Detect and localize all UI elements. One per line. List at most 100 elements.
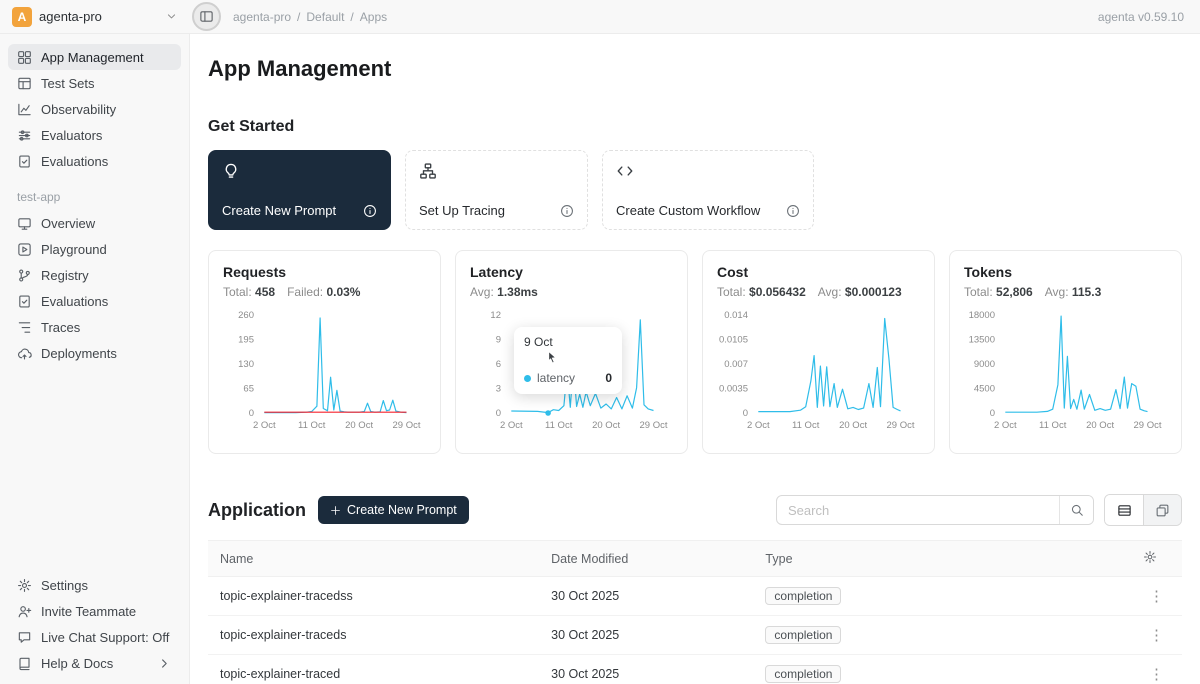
search-button[interactable] — [1059, 496, 1093, 524]
app-name[interactable]: topic-explainer-traceds — [208, 616, 539, 655]
stat-metric: Avg: $0.000123 — [818, 285, 902, 299]
gear-icon — [1143, 550, 1157, 564]
sidebar-item-label: Help & Docs — [41, 656, 113, 671]
sidebar-item-label: Overview — [41, 216, 95, 231]
sidebar-item-app-management[interactable]: App Management — [8, 44, 181, 70]
gear-icon — [17, 578, 32, 593]
sidebar-item-playground[interactable]: Playground — [8, 236, 181, 262]
table-row[interactable]: topic-explainer-traced 30 Oct 2025 compl… — [208, 655, 1182, 684]
stat-title: Requests — [223, 264, 426, 280]
application-header: Application Create New Prompt — [208, 494, 1182, 526]
sidebar-item-label: Playground — [41, 242, 107, 257]
cursor-icon — [544, 350, 559, 365]
sidebar-item-settings[interactable]: Settings — [8, 572, 181, 598]
svg-text:0.0105: 0.0105 — [719, 335, 748, 346]
sidebar-item-label: Test Sets — [41, 76, 94, 91]
svg-text:13500: 13500 — [969, 335, 995, 346]
application-section: Application Create New Prompt — [208, 494, 1182, 684]
table-row[interactable]: topic-explainer-tracedss 30 Oct 2025 com… — [208, 577, 1182, 616]
svg-text:260: 260 — [238, 310, 254, 321]
chart-cost: 0.0140.01050.0070.003502 Oct11 Oct20 Oct… — [717, 307, 917, 435]
sidebar-toggle-button[interactable] — [192, 2, 221, 31]
apps-table: NameDate ModifiedType topic-explainer-tr… — [208, 540, 1182, 684]
version-label: agenta v0.59.10 — [1098, 10, 1184, 24]
get-started-heading: Get Started — [208, 118, 1182, 136]
stat-metric: Failed: 0.03% — [287, 285, 360, 299]
sidebar-item-help-docs[interactable]: Help & Docs — [8, 650, 181, 676]
app-type: completion — [753, 577, 1131, 616]
sidebar-item-observability[interactable]: Observability — [8, 96, 181, 122]
app-name[interactable]: topic-explainer-traced — [208, 655, 539, 684]
row-menu-button[interactable]: ⋮ — [1143, 624, 1170, 646]
column-header-type[interactable]: Type — [753, 541, 1131, 577]
registry-icon — [17, 268, 32, 283]
column-header-date-modified[interactable]: Date Modified — [539, 541, 753, 577]
sidebar-item-label: Evaluations — [41, 294, 108, 309]
stat-metric: Total: $0.056432 — [717, 285, 806, 299]
column-header-name[interactable]: Name — [208, 541, 539, 577]
stat-metric: Avg: 1.38ms — [470, 285, 538, 299]
get-started-card-create-custom-workflow[interactable]: Create Custom Workflow — [602, 150, 814, 230]
chart-tooltip: 9 Oct latency 0 — [514, 327, 622, 394]
chart-area: 2601951306502 Oct11 Oct20 Oct29 Oct — [223, 307, 426, 438]
create-button-label: Create New Prompt — [347, 503, 457, 517]
create-new-prompt-button[interactable]: Create New Prompt — [318, 496, 469, 524]
svg-text:195: 195 — [238, 335, 254, 346]
deployments-icon — [17, 346, 32, 361]
column-settings-header[interactable] — [1131, 541, 1182, 577]
sidebar-item-label: App Management — [41, 50, 144, 65]
app-date-modified: 30 Oct 2025 — [539, 655, 753, 684]
table-row[interactable]: topic-explainer-traceds 30 Oct 2025 comp… — [208, 616, 1182, 655]
search-input[interactable] — [777, 496, 1059, 524]
svg-text:11 Oct: 11 Oct — [1039, 420, 1067, 431]
sidebar-item-deployments[interactable]: Deployments — [8, 340, 181, 366]
sidebar-item-invite-teammate[interactable]: Invite Teammate — [8, 598, 181, 624]
stat-metrics: Avg: 1.38ms — [470, 285, 673, 299]
get-started-card-set-up-tracing[interactable]: Set Up Tracing — [405, 150, 588, 230]
svg-text:130: 130 — [238, 359, 254, 370]
info-icon[interactable] — [560, 204, 574, 218]
sidebar: App ManagementTest SetsObservabilityEval… — [0, 34, 190, 684]
stat-title: Latency — [470, 264, 673, 280]
sidebar-item-test-sets[interactable]: Test Sets — [8, 70, 181, 96]
application-heading: Application — [208, 500, 306, 521]
workspace-selector[interactable]: A agenta-pro — [0, 7, 190, 27]
row-menu-button[interactable]: ⋮ — [1143, 663, 1170, 684]
breadcrumb-item[interactable]: agenta-pro — [233, 10, 291, 24]
app-name[interactable]: topic-explainer-tracedss — [208, 577, 539, 616]
svg-text:18000: 18000 — [969, 310, 995, 321]
card-view-button[interactable] — [1143, 495, 1181, 525]
chevron-right-icon — [157, 656, 172, 671]
code-icon — [616, 162, 634, 180]
sidebar-item-evaluations[interactable]: Evaluations — [8, 148, 181, 174]
info-icon[interactable] — [363, 204, 377, 218]
tooltip-row: latency 0 — [524, 371, 612, 385]
view-toggle — [1104, 494, 1182, 526]
sidebar-item-evaluators[interactable]: Evaluators — [8, 122, 181, 148]
card-label: Create New Prompt — [222, 203, 336, 218]
sidebar-item-label: Traces — [41, 320, 80, 335]
table-view-button[interactable] — [1105, 495, 1143, 525]
breadcrumb-item[interactable]: Default — [306, 10, 344, 24]
table-view-icon — [1117, 503, 1132, 518]
get-started-card-create-new-prompt[interactable]: Create New Prompt — [208, 150, 391, 230]
sidebar-item-label: Registry — [41, 268, 89, 283]
playground-icon — [17, 242, 32, 257]
sidebar-item-overview[interactable]: Overview — [8, 210, 181, 236]
svg-text:20 Oct: 20 Oct — [345, 420, 373, 431]
breadcrumb: agenta-pro/Default/Apps — [233, 10, 387, 24]
stat-card-tokens: Tokens Total: 52,806Avg: 115.3 180001350… — [949, 250, 1182, 454]
workspace-name: agenta-pro — [39, 9, 102, 24]
svg-text:2 Oct: 2 Oct — [994, 420, 1017, 431]
type-tag: completion — [765, 587, 841, 605]
app-date-modified: 30 Oct 2025 — [539, 616, 753, 655]
panel-icon — [199, 9, 214, 24]
sidebar-item-registry[interactable]: Registry — [8, 262, 181, 288]
svg-text:4500: 4500 — [974, 384, 995, 395]
sidebar-item-evaluations[interactable]: Evaluations — [8, 288, 181, 314]
row-menu-button[interactable]: ⋮ — [1143, 585, 1170, 607]
sidebar-item-traces[interactable]: Traces — [8, 314, 181, 340]
sidebar-item-live-chat-support-off[interactable]: Live Chat Support: Off — [8, 624, 181, 650]
breadcrumb-item[interactable]: Apps — [360, 10, 387, 24]
info-icon[interactable] — [786, 204, 800, 218]
